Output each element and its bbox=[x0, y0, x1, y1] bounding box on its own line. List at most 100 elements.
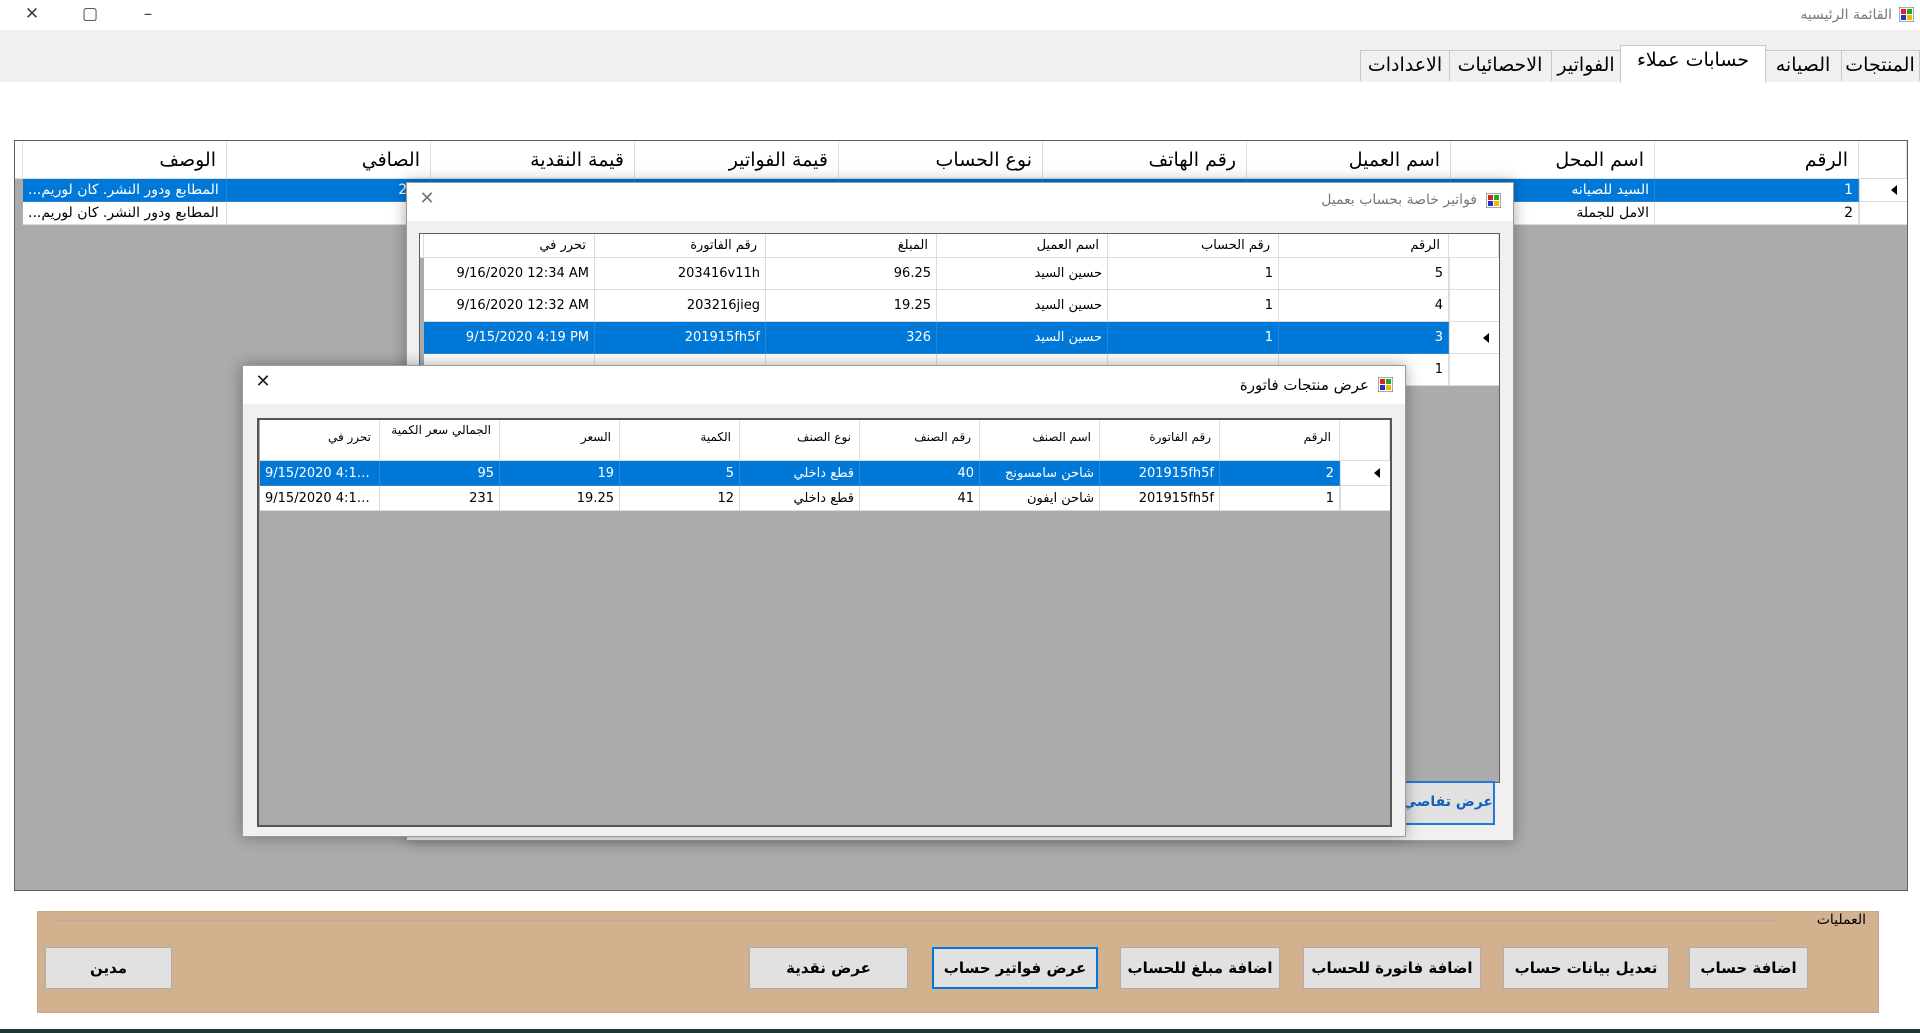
column-header[interactable]: الرقم bbox=[1655, 141, 1859, 179]
row-header[interactable] bbox=[1859, 179, 1907, 202]
column-header[interactable]: نوع الصنف bbox=[740, 420, 860, 461]
grid-cell[interactable]: 19 bbox=[500, 461, 620, 486]
products-grid[interactable]: الرقم رقم الفاتورة اسم الصنف رقم الصنف نوع ا… bbox=[257, 418, 1392, 827]
column-header[interactable]: رقم الهاتف bbox=[1043, 141, 1247, 179]
operations-label: العمليات bbox=[1780, 912, 1866, 928]
grid-cell[interactable]: 231 bbox=[380, 486, 500, 511]
grid-cell[interactable]: 95 bbox=[380, 461, 500, 486]
grid-cell[interactable]: 2 bbox=[1655, 202, 1859, 225]
tab-statistics[interactable]: الاحصائيات bbox=[1448, 50, 1552, 81]
row-header[interactable] bbox=[1449, 354, 1499, 386]
grid-cell[interactable]: قطع داخلي bbox=[740, 461, 860, 486]
column-header[interactable]: رقم الحساب bbox=[1108, 234, 1279, 258]
grid-cell[interactable]: 326 bbox=[766, 322, 937, 354]
bottom-border bbox=[0, 1029, 1920, 1033]
tab-settings[interactable]: الاعدادات bbox=[1360, 50, 1450, 81]
column-header[interactable]: رقم الصنف bbox=[860, 420, 980, 461]
products-dialog-title: عرض منتجات فاتورة bbox=[1239, 376, 1369, 394]
row-header[interactable] bbox=[1340, 486, 1390, 511]
grid-cell[interactable]: 9/15/2020 4:19... bbox=[260, 461, 380, 486]
row-header[interactable] bbox=[1859, 202, 1907, 225]
grid-cell[interactable]: المطابع ودور النشر. كان لوريم... bbox=[23, 179, 227, 202]
column-header[interactable]: قيمة النقدية bbox=[431, 141, 635, 179]
grid-cell[interactable]: 96.25 bbox=[766, 258, 937, 290]
add-account-button[interactable]: اضافة حساب bbox=[1689, 947, 1808, 989]
grid-cell[interactable]: 1 bbox=[1655, 179, 1859, 202]
form-icon bbox=[1378, 377, 1393, 392]
grid-cell[interactable]: 41 bbox=[860, 486, 980, 511]
grid-cell[interactable]: 19.25 bbox=[500, 486, 620, 511]
grid-cell[interactable]: 2 bbox=[1220, 461, 1340, 486]
column-header[interactable]: الرقم bbox=[1220, 420, 1340, 461]
column-header[interactable]: الكمية bbox=[620, 420, 740, 461]
debtor-button[interactable]: مدين bbox=[45, 947, 172, 989]
grid-cell[interactable]: 203216jieg bbox=[595, 290, 766, 322]
close-icon[interactable]: ✕ bbox=[251, 371, 275, 395]
grid-cell[interactable]: 5 bbox=[620, 461, 740, 486]
add-amount-button[interactable]: اضافة مبلغ للحساب bbox=[1120, 947, 1280, 989]
column-header[interactable]: نوع الحساب bbox=[839, 141, 1043, 179]
grid-cell[interactable]: 1 bbox=[1108, 290, 1279, 322]
tab-products[interactable]: المنتجات bbox=[1840, 50, 1920, 81]
grid-cell[interactable]: قطع داخلي bbox=[740, 486, 860, 511]
details-button[interactable]: عرض تفاصي bbox=[1401, 781, 1495, 825]
tab-maintenance[interactable]: الصيانه bbox=[1764, 50, 1842, 81]
column-header[interactable]: اسم الصنف bbox=[980, 420, 1100, 461]
column-header[interactable]: المبلغ bbox=[766, 234, 937, 258]
grid-cell[interactable]: 1 bbox=[1108, 322, 1279, 354]
column-header[interactable]: الرقم bbox=[1279, 234, 1449, 258]
close-icon[interactable]: ✕ bbox=[415, 188, 439, 212]
add-invoice-button[interactable]: اضافة فاتورة للحساب bbox=[1303, 947, 1481, 989]
column-header[interactable]: السعر bbox=[500, 420, 620, 461]
grid-cell[interactable]: حسين السيد bbox=[937, 258, 1108, 290]
grid-cell[interactable] bbox=[227, 202, 431, 225]
grid-cell[interactable]: 201915fh5f bbox=[595, 322, 766, 354]
grid-cell[interactable]: 4 bbox=[1279, 290, 1449, 322]
show-cash-button[interactable]: عرض نقدية bbox=[749, 947, 908, 989]
grid-cell[interactable]: حسين السيد bbox=[937, 322, 1108, 354]
column-header[interactable]: رقم الفاتورة bbox=[1100, 420, 1220, 461]
column-header[interactable]: قيمة الفواتير bbox=[635, 141, 839, 179]
grid-cell[interactable]: 201915fh5f bbox=[1100, 486, 1220, 511]
edit-account-button[interactable]: تعديل بيانات حساب bbox=[1503, 947, 1669, 989]
grid-cell[interactable]: 203416v11h bbox=[595, 258, 766, 290]
row-header[interactable] bbox=[1449, 258, 1499, 290]
grid-cell[interactable]: 9/16/2020 12:32 AM bbox=[424, 290, 595, 322]
column-header[interactable]: اسم المحل bbox=[1451, 141, 1655, 179]
grid-cell[interactable]: شاحن ايفون bbox=[980, 486, 1100, 511]
column-header[interactable]: تحرر في bbox=[424, 234, 595, 258]
column-header[interactable]: اسم العميل bbox=[937, 234, 1108, 258]
grid-cell[interactable]: 40 bbox=[860, 461, 980, 486]
minimize-icon[interactable]: – bbox=[128, 0, 168, 30]
column-header[interactable]: الجمالي سعر الكمية bbox=[380, 420, 500, 461]
row-header[interactable] bbox=[1340, 461, 1390, 486]
grid-cell[interactable]: 19.25 bbox=[766, 290, 937, 322]
grid-cell[interactable]: حسين السيد bbox=[937, 290, 1108, 322]
grid-cell[interactable]: 9/16/2020 12:34 AM bbox=[424, 258, 595, 290]
grid-cell[interactable]: المطابع ودور النشر. كان لوريم... bbox=[23, 202, 227, 225]
column-header[interactable]: رقم الفاتورة bbox=[595, 234, 766, 258]
close-icon[interactable]: ✕ bbox=[12, 0, 52, 30]
grid-cell[interactable]: 1 bbox=[1220, 486, 1340, 511]
header-filler bbox=[15, 141, 23, 179]
column-header[interactable]: الصافي bbox=[227, 141, 431, 179]
tab-customer-accounts[interactable]: حسابات عملاء bbox=[1620, 45, 1766, 83]
row-header[interactable] bbox=[1449, 290, 1499, 322]
column-header[interactable]: الوصف bbox=[23, 141, 227, 179]
grid-cell[interactable]: 201915fh5f bbox=[1100, 461, 1220, 486]
grid-cell[interactable]: 5 bbox=[1279, 258, 1449, 290]
grid-cell[interactable]: شاحن سامسونج bbox=[980, 461, 1100, 486]
tab-invoices[interactable]: الفواتير bbox=[1550, 50, 1622, 81]
grid-cell[interactable]: 9/15/2020 4:19 PM bbox=[424, 322, 595, 354]
restore-icon[interactable]: ▢ bbox=[70, 0, 110, 30]
grid-cell[interactable]: 241 bbox=[227, 179, 431, 202]
grid-cell[interactable]: 1 bbox=[1108, 258, 1279, 290]
grid-cell[interactable]: 12 bbox=[620, 486, 740, 511]
column-header[interactable]: تحرر في bbox=[260, 420, 380, 461]
column-header[interactable]: اسم العميل bbox=[1247, 141, 1451, 179]
window-title: القائمة الرئيسيه bbox=[1800, 7, 1892, 23]
grid-cell[interactable]: 3 bbox=[1279, 322, 1449, 354]
show-invoices-button[interactable]: عرض فواتير حساب bbox=[932, 947, 1098, 989]
grid-cell[interactable]: 9/15/2020 4:19... bbox=[260, 486, 380, 511]
row-header[interactable] bbox=[1449, 322, 1499, 354]
